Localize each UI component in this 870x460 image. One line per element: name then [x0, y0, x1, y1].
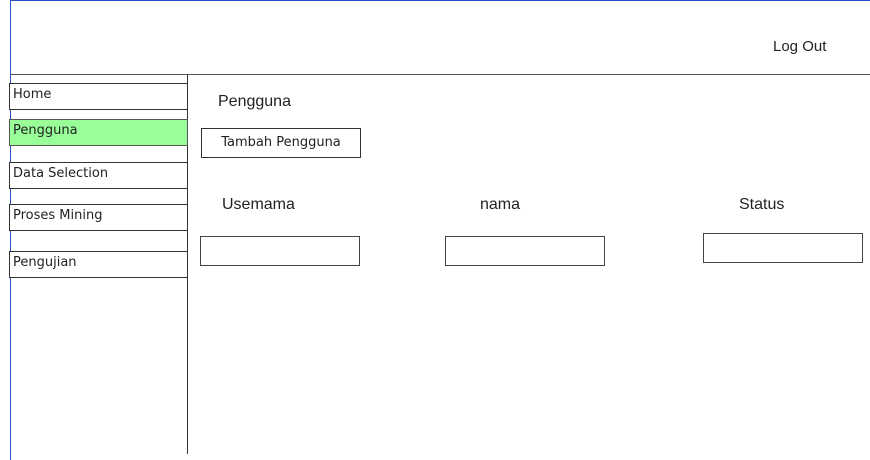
- page-title: Pengguna: [218, 93, 291, 110]
- nama-label: nama: [480, 196, 521, 213]
- sidebar-item-proses-mining[interactable]: Proses Mining: [9, 204, 188, 231]
- sidebar-item-pengujian[interactable]: Pengujian: [9, 251, 188, 278]
- nama-field[interactable]: [445, 236, 605, 266]
- sidebar-item-data-selection[interactable]: Data Selection: [9, 162, 188, 189]
- add-user-button[interactable]: Tambah Pengguna: [201, 128, 361, 158]
- username-label: Usemama: [222, 196, 295, 213]
- status-label: Status: [739, 196, 785, 213]
- sidebar-item-home[interactable]: Home: [9, 83, 188, 110]
- logout-link[interactable]: Log Out: [773, 38, 826, 55]
- sidebar-item-pengguna[interactable]: Pengguna: [9, 119, 188, 146]
- status-field[interactable]: [703, 233, 863, 263]
- header-divider: [10, 74, 870, 75]
- username-field[interactable]: [200, 236, 360, 266]
